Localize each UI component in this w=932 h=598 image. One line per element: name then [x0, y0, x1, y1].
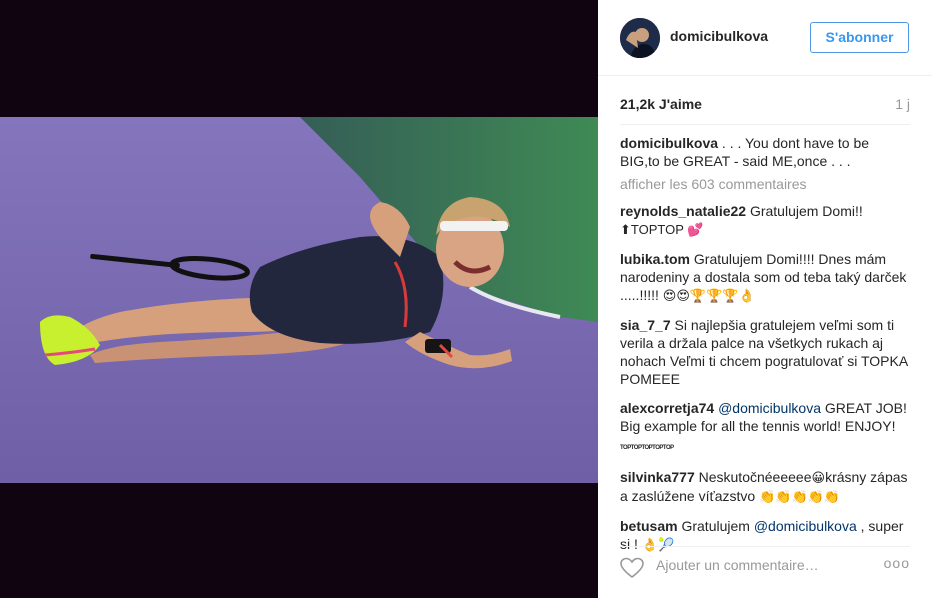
- divider: [620, 124, 910, 125]
- comment-item: lubika.tom Gratulujem Domi!!!! Dnes mám …: [620, 250, 912, 305]
- comment-username[interactable]: reynolds_natalie22: [620, 203, 746, 219]
- comment-text-start: Neskutočnéeeeee: [698, 469, 812, 485]
- comment-username[interactable]: alexcorretja74: [620, 400, 714, 416]
- avatar[interactable]: [620, 18, 660, 58]
- post-header: domicibulkova S'abonner: [598, 0, 932, 76]
- show-all-comments-link[interactable]: afficher les 603 commentaires: [620, 175, 912, 193]
- comments-list: domicibulkova . . . You dont have to be …: [620, 134, 912, 565]
- profile-picture: [620, 18, 660, 58]
- tennis-player-image: [0, 117, 598, 483]
- comment-text: Gratulujem Domi!!: [749, 203, 863, 219]
- more-options-icon[interactable]: ooo: [884, 555, 910, 571]
- post-media[interactable]: [0, 0, 598, 598]
- heart-icon[interactable]: [620, 557, 644, 579]
- comment-item: reynolds_natalie22 Gratulujem Domi!! ⬆TO…: [620, 202, 912, 239]
- follow-button[interactable]: S'abonner: [810, 22, 909, 53]
- likes-row: 21,2k J'aime 1 j: [620, 96, 910, 116]
- comment-username[interactable]: domicibulkova: [620, 135, 718, 151]
- post-photo[interactable]: [0, 117, 598, 483]
- comment-username[interactable]: betusam: [620, 518, 678, 534]
- post-sidebar: domicibulkova S'abonner 21,2k J'aime 1 j…: [598, 0, 932, 598]
- post-timestamp[interactable]: 1 j: [895, 96, 910, 112]
- comment-username[interactable]: silvinka777: [620, 469, 695, 485]
- post-caption: domicibulkova . . . You dont have to be …: [620, 134, 912, 170]
- comment-mention[interactable]: @domicibulkova: [754, 518, 857, 534]
- comment-emoji: ⬆TOPTOP 💕: [620, 222, 704, 237]
- comment-item: silvinka777 Neskutočnéeeeee😀krásny zápas…: [620, 468, 912, 506]
- likes-count[interactable]: 21,2k J'aime: [620, 96, 702, 112]
- comment-emoji: 😍😍🏆🏆🏆👌: [662, 288, 755, 303]
- header-username[interactable]: domicibulkova: [670, 28, 768, 44]
- comment-username[interactable]: lubika.tom: [620, 251, 690, 267]
- comment-username[interactable]: sia_7_7: [620, 317, 671, 333]
- comment-emoji-inline: 😀: [811, 470, 826, 485]
- add-comment-input[interactable]: Ajouter un commentaire…: [656, 557, 819, 573]
- comment-footer: Ajouter un commentaire… ooo: [620, 546, 910, 586]
- comment-text: Gratulujem: [681, 518, 750, 534]
- comment-mention[interactable]: @domicibulkova: [718, 400, 821, 416]
- comment-emoji: TOPTOPTOPTOPTOP: [620, 445, 674, 451]
- comment-item: alexcorretja74 @domicibulkova GREAT JOB!…: [620, 399, 912, 457]
- comment-item: sia_7_7 Si najlepšia gratulejem veľmi so…: [620, 316, 912, 388]
- comment-emoji: 👏👏👏👏👏: [759, 489, 841, 504]
